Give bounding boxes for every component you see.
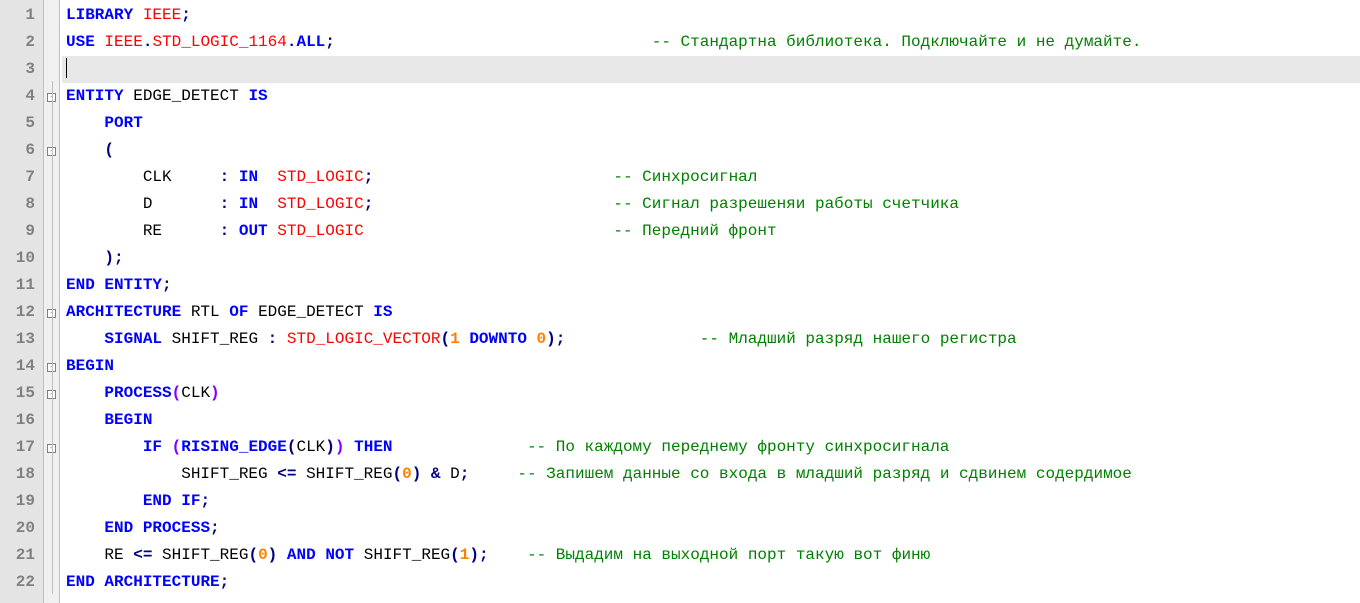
fold-guide xyxy=(44,459,59,486)
code-line[interactable]: END IF; xyxy=(62,488,1360,515)
code-line[interactable]: PROCESS(CLK) xyxy=(62,380,1360,407)
fold-guide xyxy=(44,54,59,81)
line-number: 15 xyxy=(4,380,35,407)
line-number: 2 xyxy=(4,29,35,56)
code-line[interactable]: ); xyxy=(62,245,1360,272)
fold-guide xyxy=(44,243,59,270)
fold-column[interactable]: ------ xyxy=(44,0,60,603)
code-line[interactable]: PORT xyxy=(62,110,1360,137)
code-line[interactable]: SHIFT_REG <= SHIFT_REG(0) & D; -- Запише… xyxy=(62,461,1360,488)
fold-toggle-icon[interactable]: - xyxy=(44,432,59,459)
line-number: 4 xyxy=(4,83,35,110)
code-line[interactable]: LIBRARY IEEE; xyxy=(62,2,1360,29)
line-number: 21 xyxy=(4,542,35,569)
fold-toggle-icon[interactable]: - xyxy=(44,135,59,162)
line-number: 16 xyxy=(4,407,35,434)
code-line[interactable]: END ENTITY; xyxy=(62,272,1360,299)
line-number: 20 xyxy=(4,515,35,542)
line-number-gutter: 12345678910111213141516171819202122 xyxy=(0,0,44,603)
line-number: 19 xyxy=(4,488,35,515)
line-number: 3 xyxy=(4,56,35,83)
code-line[interactable] xyxy=(62,56,1360,83)
line-number: 18 xyxy=(4,461,35,488)
line-number: 7 xyxy=(4,164,35,191)
code-line[interactable]: ENTITY EDGE_DETECT IS xyxy=(62,83,1360,110)
fold-guide xyxy=(44,405,59,432)
fold-guide xyxy=(44,324,59,351)
fold-guide xyxy=(44,513,59,540)
line-number: 1 xyxy=(4,2,35,29)
code-line[interactable]: D : IN STD_LOGIC; -- Сигнал разрешеняи р… xyxy=(62,191,1360,218)
fold-guide xyxy=(44,270,59,297)
code-line[interactable]: BEGIN xyxy=(62,353,1360,380)
code-line[interactable]: SIGNAL SHIFT_REG : STD_LOGIC_VECTOR(1 DO… xyxy=(62,326,1360,353)
line-number: 11 xyxy=(4,272,35,299)
code-line[interactable]: END ARCHITECTURE; xyxy=(62,569,1360,596)
line-number: 17 xyxy=(4,434,35,461)
fold-toggle-icon[interactable]: - xyxy=(44,297,59,324)
code-line[interactable]: RE : OUT STD_LOGIC -- Передний фронт xyxy=(62,218,1360,245)
fold-toggle-icon[interactable]: - xyxy=(44,351,59,378)
code-area[interactable]: LIBRARY IEEE;USE IEEE.STD_LOGIC_1164.ALL… xyxy=(60,0,1360,603)
code-line[interactable]: END PROCESS; xyxy=(62,515,1360,542)
line-number: 22 xyxy=(4,569,35,596)
line-number: 14 xyxy=(4,353,35,380)
line-number: 12 xyxy=(4,299,35,326)
line-number: 6 xyxy=(4,137,35,164)
line-number: 10 xyxy=(4,245,35,272)
code-line[interactable]: USE IEEE.STD_LOGIC_1164.ALL; -- Стандарт… xyxy=(62,29,1360,56)
line-number: 13 xyxy=(4,326,35,353)
line-number: 8 xyxy=(4,191,35,218)
fold-guide xyxy=(44,216,59,243)
fold-guide xyxy=(44,540,59,567)
line-number: 9 xyxy=(4,218,35,245)
fold-guide xyxy=(44,189,59,216)
fold-guide xyxy=(44,567,59,594)
code-line[interactable]: CLK : IN STD_LOGIC; -- Синхросигнал xyxy=(62,164,1360,191)
code-line[interactable]: ( xyxy=(62,137,1360,164)
line-number: 5 xyxy=(4,110,35,137)
fold-guide xyxy=(44,27,59,54)
fold-guide xyxy=(44,162,59,189)
code-line[interactable]: IF (RISING_EDGE(CLK)) THEN -- По каждому… xyxy=(62,434,1360,461)
code-line[interactable]: RE <= SHIFT_REG(0) AND NOT SHIFT_REG(1);… xyxy=(62,542,1360,569)
fold-toggle-icon[interactable]: - xyxy=(44,378,59,405)
fold-guide xyxy=(44,0,59,27)
code-line[interactable]: ARCHITECTURE RTL OF EDGE_DETECT IS xyxy=(62,299,1360,326)
fold-guide xyxy=(44,108,59,135)
fold-guide xyxy=(44,486,59,513)
code-editor[interactable]: 12345678910111213141516171819202122 ----… xyxy=(0,0,1360,603)
fold-toggle-icon[interactable]: - xyxy=(44,81,59,108)
code-line[interactable]: BEGIN xyxy=(62,407,1360,434)
